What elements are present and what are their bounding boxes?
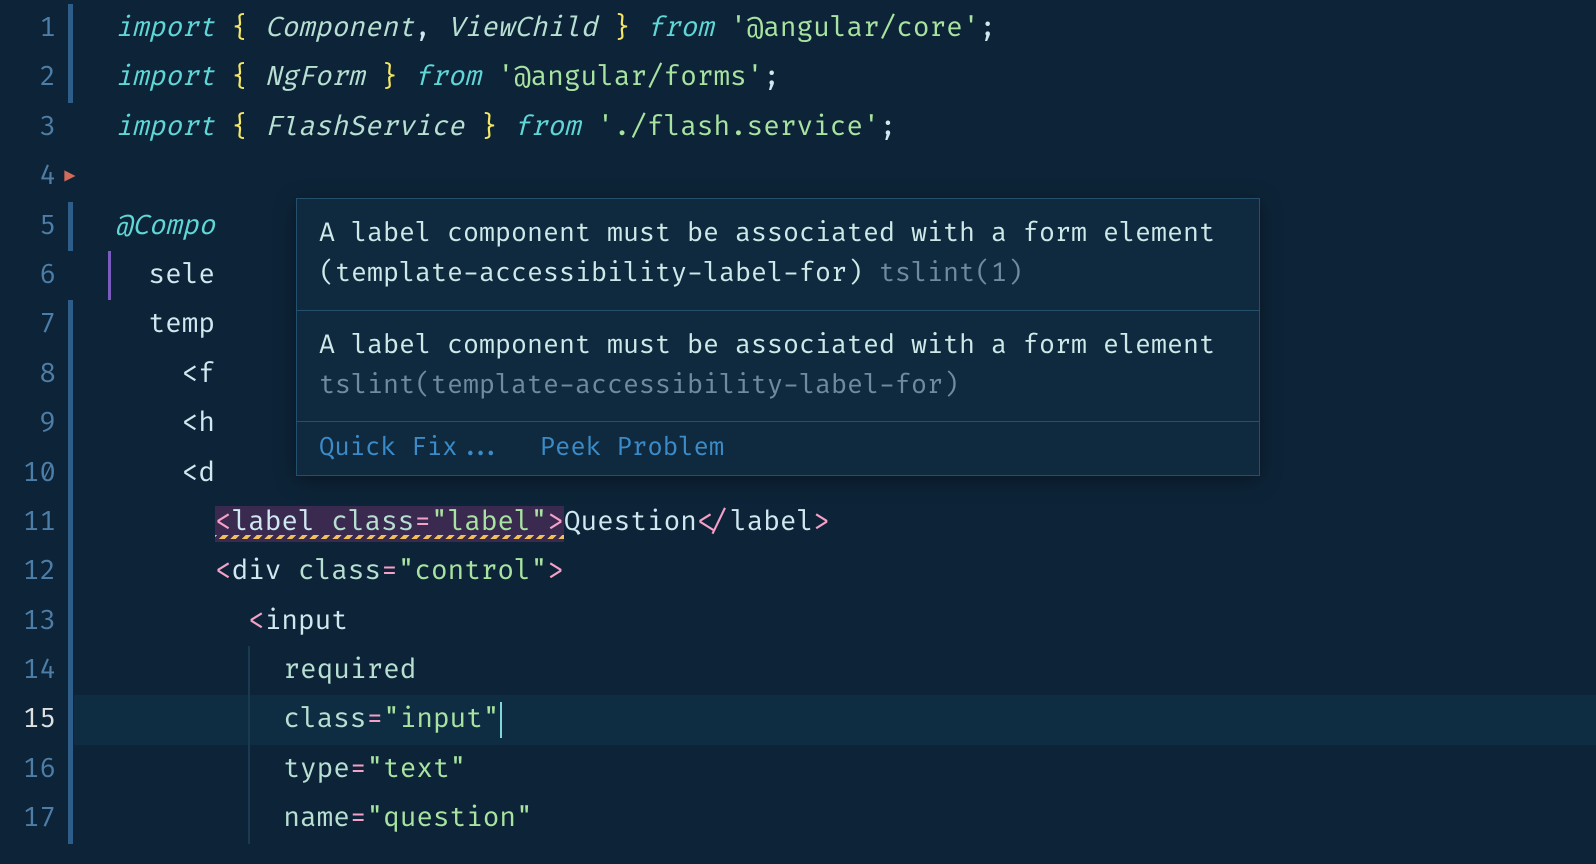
code-editor: 1 2 3 4▶ 5 6 7 8 9 10 11 12 13 14 15 16 … [0, 0, 1596, 864]
line-number[interactable]: 2 [0, 53, 74, 102]
code-line[interactable]: required [74, 646, 1596, 695]
code-line[interactable]: <div class="control"> [74, 547, 1596, 596]
code-line[interactable]: import { FlashService } from './flash.se… [74, 103, 1596, 152]
text-cursor [500, 702, 502, 738]
lint-warning-highlight[interactable]: <label class="label"> [215, 506, 564, 542]
line-number[interactable]: 7 [0, 300, 74, 349]
line-number[interactable]: 13 [0, 597, 74, 646]
problem-message: A label component must be associated wit… [297, 311, 1259, 423]
line-number[interactable]: 8 [0, 350, 74, 399]
line-number[interactable]: 16 [0, 745, 74, 794]
line-number[interactable]: 4▶ [0, 152, 74, 201]
peek-problem-button[interactable]: Peek Problem [540, 432, 725, 463]
code-line[interactable]: type="text" [74, 745, 1596, 794]
code-line[interactable] [74, 152, 1596, 201]
hover-actions: Quick Fix... Peek Problem [297, 422, 1259, 475]
line-number[interactable]: 11 [0, 498, 74, 547]
line-number[interactable]: 15 [0, 695, 74, 744]
code-line[interactable]: name="question" [74, 794, 1596, 843]
code-line[interactable]: import { Component, ViewChild } from '@a… [74, 4, 1596, 53]
line-number[interactable]: 1 [0, 4, 74, 53]
line-number[interactable]: 3 [0, 103, 74, 152]
line-number[interactable]: 6 [0, 251, 74, 300]
line-number-gutter[interactable]: 1 2 3 4▶ 5 6 7 8 9 10 11 12 13 14 15 16 … [0, 0, 74, 864]
line-number[interactable]: 17 [0, 794, 74, 843]
line-number[interactable]: 10 [0, 449, 74, 498]
code-line[interactable]: <input [74, 597, 1596, 646]
code-line[interactable]: <label class="label">Question</label> [74, 498, 1596, 547]
line-number[interactable]: 14 [0, 646, 74, 695]
problem-hover-tooltip: A label component must be associated wit… [296, 198, 1260, 476]
line-number[interactable]: 5 [0, 202, 74, 251]
code-line[interactable]: import { NgForm } from '@angular/forms'; [74, 53, 1596, 102]
line-number[interactable]: 12 [0, 547, 74, 596]
line-number[interactable]: 9 [0, 399, 74, 448]
code-line-active[interactable]: class="input" [74, 695, 1596, 744]
code-content[interactable]: import { Component, ViewChild } from '@a… [74, 0, 1596, 864]
problem-message: A label component must be associated wit… [297, 199, 1259, 311]
quick-fix-button[interactable]: Quick Fix... [319, 432, 504, 463]
